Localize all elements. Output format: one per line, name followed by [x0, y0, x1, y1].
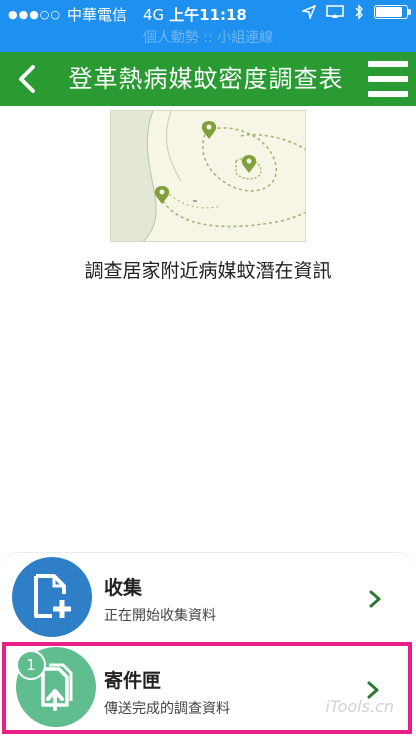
hamburger-menu-icon: [368, 61, 408, 67]
collect-title: 收集: [104, 577, 143, 599]
add-document-icon: [34, 574, 71, 618]
collect-icon-circle: [12, 557, 92, 637]
page-title: 登革熱病媒蚊密度調查表: [68, 65, 344, 93]
bluetooth-icon: [355, 4, 363, 20]
map-pins-illustration: [111, 111, 305, 241]
screen-mirror-icon: [326, 5, 344, 18]
status-subtitle: 個人動勢 :: 小組連線: [142, 30, 274, 46]
collect-subtitle: 正在開始收集資料: [104, 608, 216, 624]
page-description: 調查居家附近病媒蚊潛在資訊: [84, 260, 332, 282]
chevron-left-icon: [19, 65, 35, 93]
app-header: 登革熱病媒蚊密度調查表: [0, 52, 416, 106]
outbox-count-badge: 1: [16, 650, 46, 680]
outbox-title: 寄件匣: [104, 670, 162, 692]
status-bar: ●●●○○ 中華電信 4G 上午11:18 個人動勢 :: 小組連線: [0, 0, 416, 52]
battery-icon: [374, 5, 411, 19]
outbox-card[interactable]: 1 寄件匣 傳送完成的調查資料 iTools.cn: [2, 642, 412, 734]
collect-card[interactable]: 收集 正在開始收集資料: [0, 552, 416, 639]
map-illustration: [110, 110, 306, 242]
watermark: iTools.cn: [325, 697, 394, 716]
back-button[interactable]: [12, 61, 42, 97]
menu-button[interactable]: [368, 61, 408, 97]
location-arrow-icon: [302, 5, 316, 19]
chevron-right-icon: [369, 590, 381, 608]
outbox-subtitle: 傳送完成的調查資料: [104, 701, 230, 717]
